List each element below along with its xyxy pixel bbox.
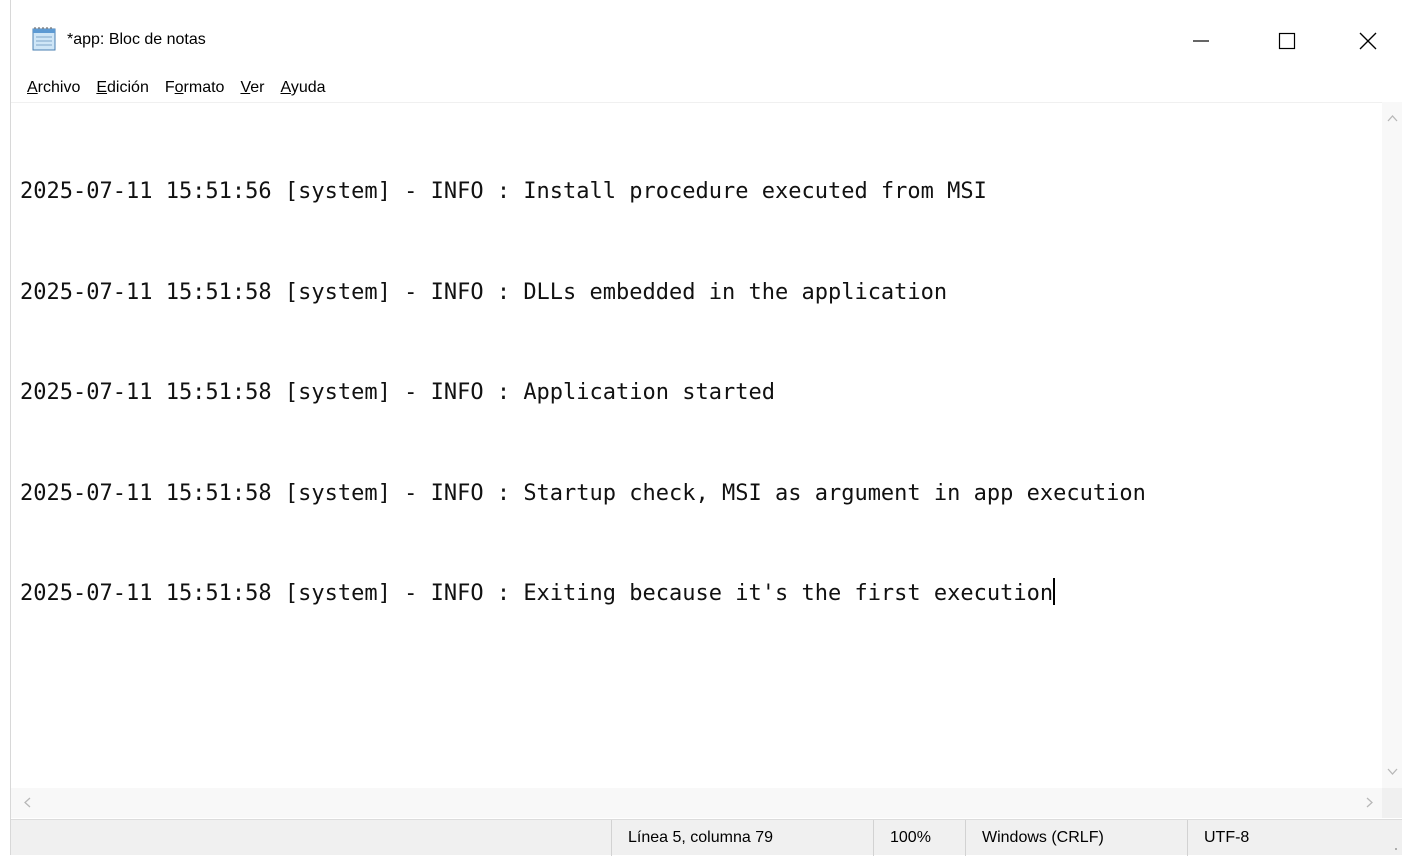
text-line-current: 2025-07-11 15:51:58 [system] - INFO : Ex…	[20, 577, 1146, 611]
close-button[interactable]	[1336, 15, 1400, 67]
vertical-scrollbar[interactable]	[1382, 102, 1402, 788]
scroll-down-icon[interactable]	[1386, 765, 1399, 778]
menu-ver[interactable]: Ver	[232, 75, 272, 101]
text-editor[interactable]: 2025-07-11 15:51:56 [system] - INFO : In…	[11, 102, 1382, 788]
encoding: UTF-8	[1187, 820, 1387, 856]
resize-grip-icon[interactable]	[1388, 841, 1398, 851]
status-bar: Línea 5, columna 79 100% Windows (CRLF) …	[11, 819, 1402, 856]
text-line: 2025-07-11 15:51:58 [system] - INFO : DL…	[20, 279, 948, 305]
text-line: 2025-07-11 15:51:56 [system] - INFO : In…	[20, 179, 987, 204]
text-line: 2025-07-11 15:51:58 [system] - INFO : Ap…	[20, 380, 775, 405]
scroll-left-icon[interactable]	[21, 796, 34, 809]
menu-bar: Archivo Edición Formato Ver Ayuda	[11, 74, 1402, 102]
maximize-icon	[1278, 32, 1296, 50]
text-line: 2025-07-11 15:51:58 [system] - INFO : St…	[20, 480, 1146, 506]
notepad-window: *app: Bloc de notas Archivo Edición Form…	[10, 0, 1402, 856]
zoom-level: 100%	[873, 820, 965, 856]
title-bar[interactable]: *app: Bloc de notas	[11, 0, 1402, 74]
window-title: *app: Bloc de notas	[67, 31, 206, 48]
scrollbar-corner	[1382, 788, 1402, 818]
cursor-position: Línea 5, columna 79	[611, 820, 873, 856]
editor-content[interactable]: 2025-07-11 15:51:56 [system] - INFO : In…	[20, 108, 1146, 678]
minimize-icon	[1193, 40, 1209, 42]
minimize-button[interactable]	[1169, 15, 1233, 67]
horizontal-scrollbar[interactable]	[11, 788, 1382, 818]
close-icon	[1359, 32, 1377, 50]
text-line: 2025-07-11 15:51:58 [system] - INFO : Ex…	[20, 581, 1054, 606]
scroll-up-icon[interactable]	[1386, 112, 1399, 125]
menu-formato[interactable]: Formato	[157, 75, 233, 101]
notepad-icon	[32, 27, 56, 51]
menu-ayuda[interactable]: Ayuda	[272, 75, 333, 101]
scroll-right-icon[interactable]	[1363, 796, 1376, 809]
menu-archivo[interactable]: Archivo	[11, 75, 88, 101]
text-caret	[1053, 578, 1056, 605]
menu-edicion[interactable]: Edición	[88, 75, 156, 101]
line-endings: Windows (CRLF)	[965, 820, 1187, 856]
maximize-button[interactable]	[1255, 15, 1319, 67]
